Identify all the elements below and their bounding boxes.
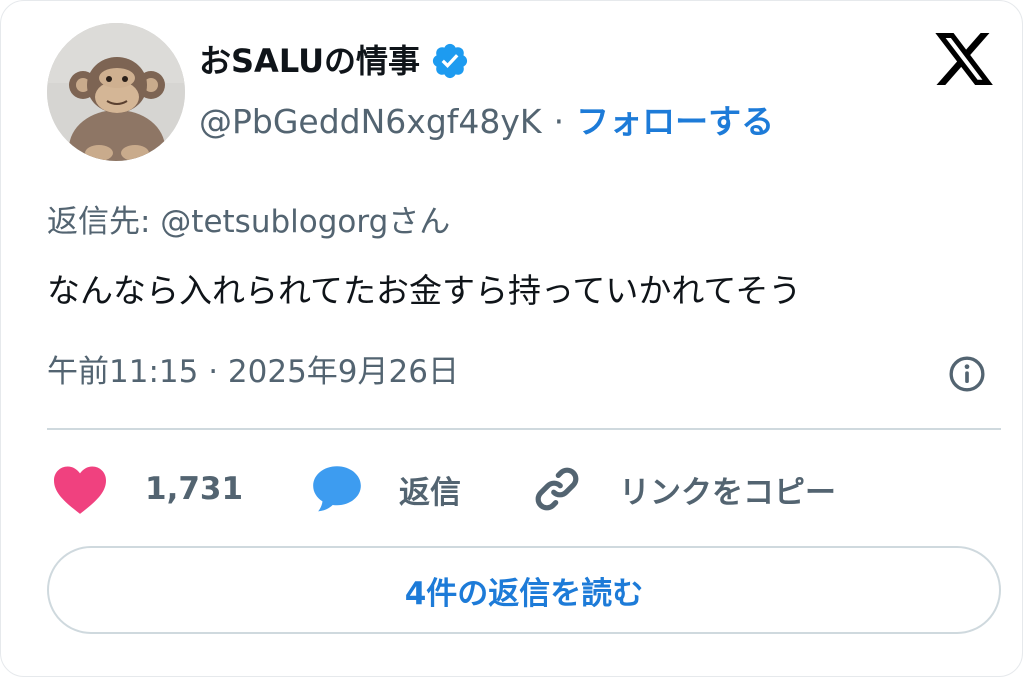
read-replies-label: 4件の返信を読む [404, 575, 644, 612]
reply-label: 返信 [399, 474, 461, 511]
author-display-name[interactable]: おSALUの情事 [199, 37, 420, 85]
author-handle[interactable]: @PbGeddN6xgf48yK [199, 99, 542, 145]
tweet-card: おSALUの情事 @PbGeddN6xgf48yK · フォローする 返信先: … [0, 0, 1023, 677]
info-icon[interactable] [947, 354, 987, 394]
action-bar: 1,731 返信 リンクをコピー [47, 463, 987, 515]
heart-icon [54, 466, 106, 514]
verified-badge-icon [432, 43, 468, 79]
divider [47, 428, 1001, 430]
separator-dot: · [553, 102, 565, 141]
avatar[interactable] [47, 23, 185, 161]
speech-bubble-icon [313, 466, 361, 512]
tweet-text: なんなら入れられてたお金すら持っていかれてそう [47, 271, 802, 310]
avatar-image [47, 23, 185, 161]
like-button[interactable]: 1,731 [51, 463, 243, 515]
reply-button[interactable]: 返信 [311, 463, 461, 515]
copy-link-label: リンクをコピー [619, 474, 836, 511]
link-icon [535, 467, 579, 511]
read-replies-button[interactable]: 4件の返信を読む [47, 546, 1001, 634]
x-logo-icon[interactable] [931, 27, 997, 91]
like-count: 1,731 [145, 471, 244, 507]
reply-to-text[interactable]: 返信先: @tetsublogorgさん [47, 199, 450, 245]
copy-link-button[interactable]: リンクをコピー [531, 463, 836, 515]
timestamp[interactable]: 午前11:15 · 2025年9月26日 [47, 349, 459, 395]
handle-row: @PbGeddN6xgf48yK · フォローする [199, 99, 774, 145]
follow-button[interactable]: フォローする [576, 99, 774, 145]
author-name-row[interactable]: おSALUの情事 [199, 37, 470, 85]
